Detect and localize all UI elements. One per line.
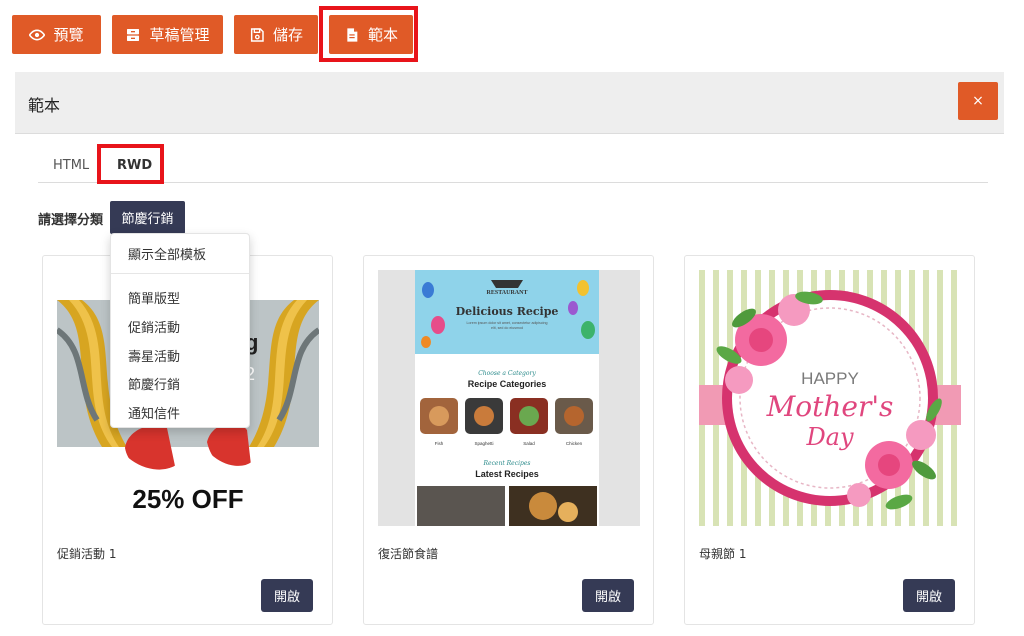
open-button[interactable]: 開啟	[582, 579, 634, 612]
mothers-day-line-3: Day	[805, 423, 854, 451]
tab-html[interactable]: HTML	[53, 158, 89, 173]
drafts-label: 草稿管理	[149, 26, 210, 44]
template-tabs: HTML RWD	[38, 150, 988, 183]
floppy-disk-icon	[250, 27, 264, 42]
open-button[interactable]: 開啟	[903, 579, 955, 612]
panel-title: 範本	[28, 96, 61, 115]
easter-recipe-preview-image: RESTAURANT Delicious Recipe Lorem ipsum …	[378, 270, 640, 526]
template-thumbnail-mothers-day[interactable]: HAPPY Mother's Day	[699, 270, 961, 526]
close-button[interactable]: ×	[958, 82, 998, 120]
menu-item-show-all[interactable]: 顯示全部模板	[128, 244, 206, 263]
easter-category-fish: Fish	[435, 441, 444, 446]
category-label: 請選擇分類	[38, 213, 104, 228]
easter-blurb-1: Lorem ipsum dolor sit amet, consectetur …	[467, 321, 548, 325]
archive-icon	[127, 28, 140, 41]
easter-category-salad: Salad	[523, 441, 535, 446]
easter-category-title: Recipe Categories	[468, 379, 547, 389]
easter-recent-title: Latest Recipes	[475, 469, 539, 479]
template-title: 母親節 1	[699, 547, 747, 561]
save-label: 儲存	[272, 26, 303, 44]
open-button[interactable]: 開啟	[261, 579, 313, 612]
easter-category-script: Choose a Category	[478, 370, 536, 377]
easter-heading: Delicious Recipe	[456, 305, 559, 318]
menu-divider	[111, 273, 249, 274]
easter-category-chicken: Chicken	[566, 441, 583, 446]
drafts-button[interactable]: 草稿管理	[112, 15, 223, 54]
mothers-day-line-2: Mother's	[766, 390, 894, 423]
rwd-tab-highlight	[97, 144, 164, 184]
template-title: 促銷活動 1	[57, 547, 117, 561]
easter-category-spaghetti: Spaghetti	[474, 441, 493, 446]
easter-blurb-2: elit, sed do eiusmod	[491, 326, 523, 330]
save-button[interactable]: 儲存	[234, 15, 318, 54]
category-menu: 顯示全部模板 簡單版型 促銷活動 壽星活動 節慶行銷 通知信件	[110, 233, 250, 428]
template-card: RESTAURANT Delicious Recipe Lorem ipsum …	[363, 255, 654, 625]
eye-icon	[29, 29, 46, 40]
preview-button[interactable]: 預覽	[12, 15, 101, 54]
templates-button-highlight	[319, 6, 418, 62]
template-thumbnail-easter[interactable]: RESTAURANT Delicious Recipe Lorem ipsum …	[378, 270, 640, 526]
mothers-day-preview-image: HAPPY Mother's Day	[699, 270, 961, 526]
preview-label: 預覽	[53, 26, 84, 44]
menu-item-simple[interactable]: 簡單版型	[128, 288, 180, 307]
mothers-day-line-1: HAPPY	[801, 369, 859, 388]
template-card: HAPPY Mother's Day 母親節 1 開啟	[684, 255, 975, 625]
menu-item-promotion[interactable]: 促銷活動	[128, 317, 180, 336]
template-title: 復活節食譜	[378, 547, 439, 561]
menu-item-notification[interactable]: 通知信件	[128, 403, 180, 422]
easter-recent-script: Recent Recipes	[483, 460, 531, 467]
promo-offer-text: 25% OFF	[132, 484, 243, 514]
easter-brand: RESTAURANT	[487, 290, 528, 296]
menu-item-holiday[interactable]: 節慶行銷	[128, 374, 180, 393]
category-dropdown[interactable]: 節慶行銷	[110, 201, 185, 234]
panel-header: 範本 ×	[15, 72, 1004, 134]
menu-item-birthday[interactable]: 壽星活動	[128, 346, 180, 365]
